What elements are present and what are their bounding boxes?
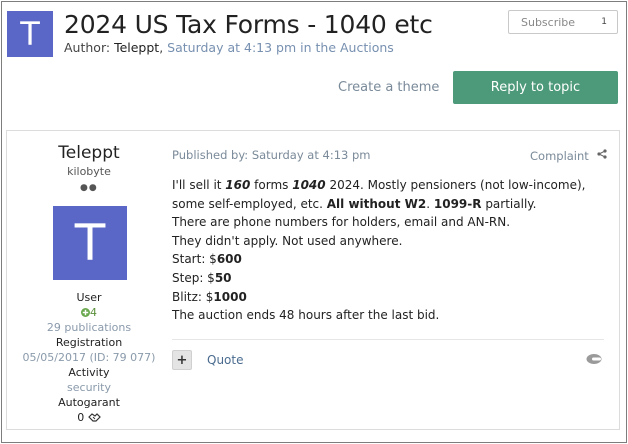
- create-theme-link[interactable]: Create a theme: [338, 80, 439, 95]
- post-body: I'll sell it 160 forms 1040 2024. Mostly…: [172, 176, 602, 325]
- author-label: Author:: [64, 40, 115, 55]
- author-line: Author: Teleppt, Saturday at 4:13 pm in …: [64, 40, 394, 55]
- reputation: 4: [7, 306, 171, 319]
- multiquote-plus-button[interactable]: +: [172, 350, 192, 370]
- autogarant-label: Autogarant: [58, 396, 120, 409]
- published-info: Published by: Saturday at 4:13 pm: [172, 148, 371, 162]
- user-group: User: [76, 291, 102, 304]
- post-line-1: I'll sell it 160 forms 1040 2024. Mostly…: [172, 178, 586, 192]
- post-footer-divider: [172, 339, 604, 340]
- share-icon[interactable]: [597, 149, 607, 159]
- reputation-value: 4: [90, 306, 97, 319]
- activity-label: Activity: [68, 366, 110, 379]
- post-author-rank: kilobyte: [67, 165, 111, 178]
- reaction-icon[interactable]: [585, 353, 603, 365]
- subscribe-button[interactable]: Subscribe 1: [508, 10, 618, 34]
- topic-title: 2024 US Tax Forms - 1040 etc: [64, 10, 433, 39]
- post-line-start: Start: $600: [172, 252, 242, 267]
- complaint-link[interactable]: Complaint: [530, 149, 589, 163]
- post-line-2: some self-employed, etc. All without W2.…: [172, 196, 537, 211]
- posted-time: Saturday at 4:13 pm in the Auctions: [167, 40, 394, 55]
- activity-value: security: [67, 381, 111, 394]
- publications-link[interactable]: 29 publications: [7, 321, 171, 334]
- author-separator: ,: [159, 40, 168, 55]
- post-line-step: Step: $50: [172, 270, 232, 285]
- post-card: Teleppt kilobyte ●● T User 4 29 publicat…: [6, 130, 620, 430]
- post-line-4: They didn't apply. Not used anywhere.: [172, 233, 403, 248]
- handshake-icon: [87, 413, 101, 422]
- rank-dots-icon: ●●: [80, 183, 98, 193]
- post-line-blitz: Blitz: $1000: [172, 289, 247, 304]
- author-name-link[interactable]: Teleppt: [114, 40, 159, 55]
- post-author-name[interactable]: Teleppt: [7, 143, 171, 163]
- quote-link[interactable]: Quote: [207, 353, 243, 367]
- reply-to-topic-button[interactable]: Reply to topic: [453, 71, 618, 104]
- post-author-avatar[interactable]: T: [53, 206, 127, 280]
- post-author-sidebar: Teleppt kilobyte ●● T User 4 29 publicat…: [7, 131, 171, 429]
- autogarant: 0: [7, 411, 171, 424]
- subscribe-label: Subscribe: [521, 16, 576, 29]
- reputation-plus-icon: [81, 308, 90, 317]
- author-avatar[interactable]: T: [7, 11, 53, 57]
- post-line-8: The auction ends 48 hours after the last…: [172, 308, 440, 323]
- autogarant-value: 0: [77, 411, 85, 424]
- author-avatar-letter: T: [20, 15, 40, 53]
- registration-label: Registration: [55, 336, 123, 349]
- post-line-3: There are phone numbers for holders, ema…: [172, 215, 511, 230]
- subscriber-count: 1: [601, 17, 607, 27]
- post-author-avatar-letter: T: [74, 214, 106, 272]
- registration-value: 05/05/2017 (ID: 79 077): [22, 351, 156, 364]
